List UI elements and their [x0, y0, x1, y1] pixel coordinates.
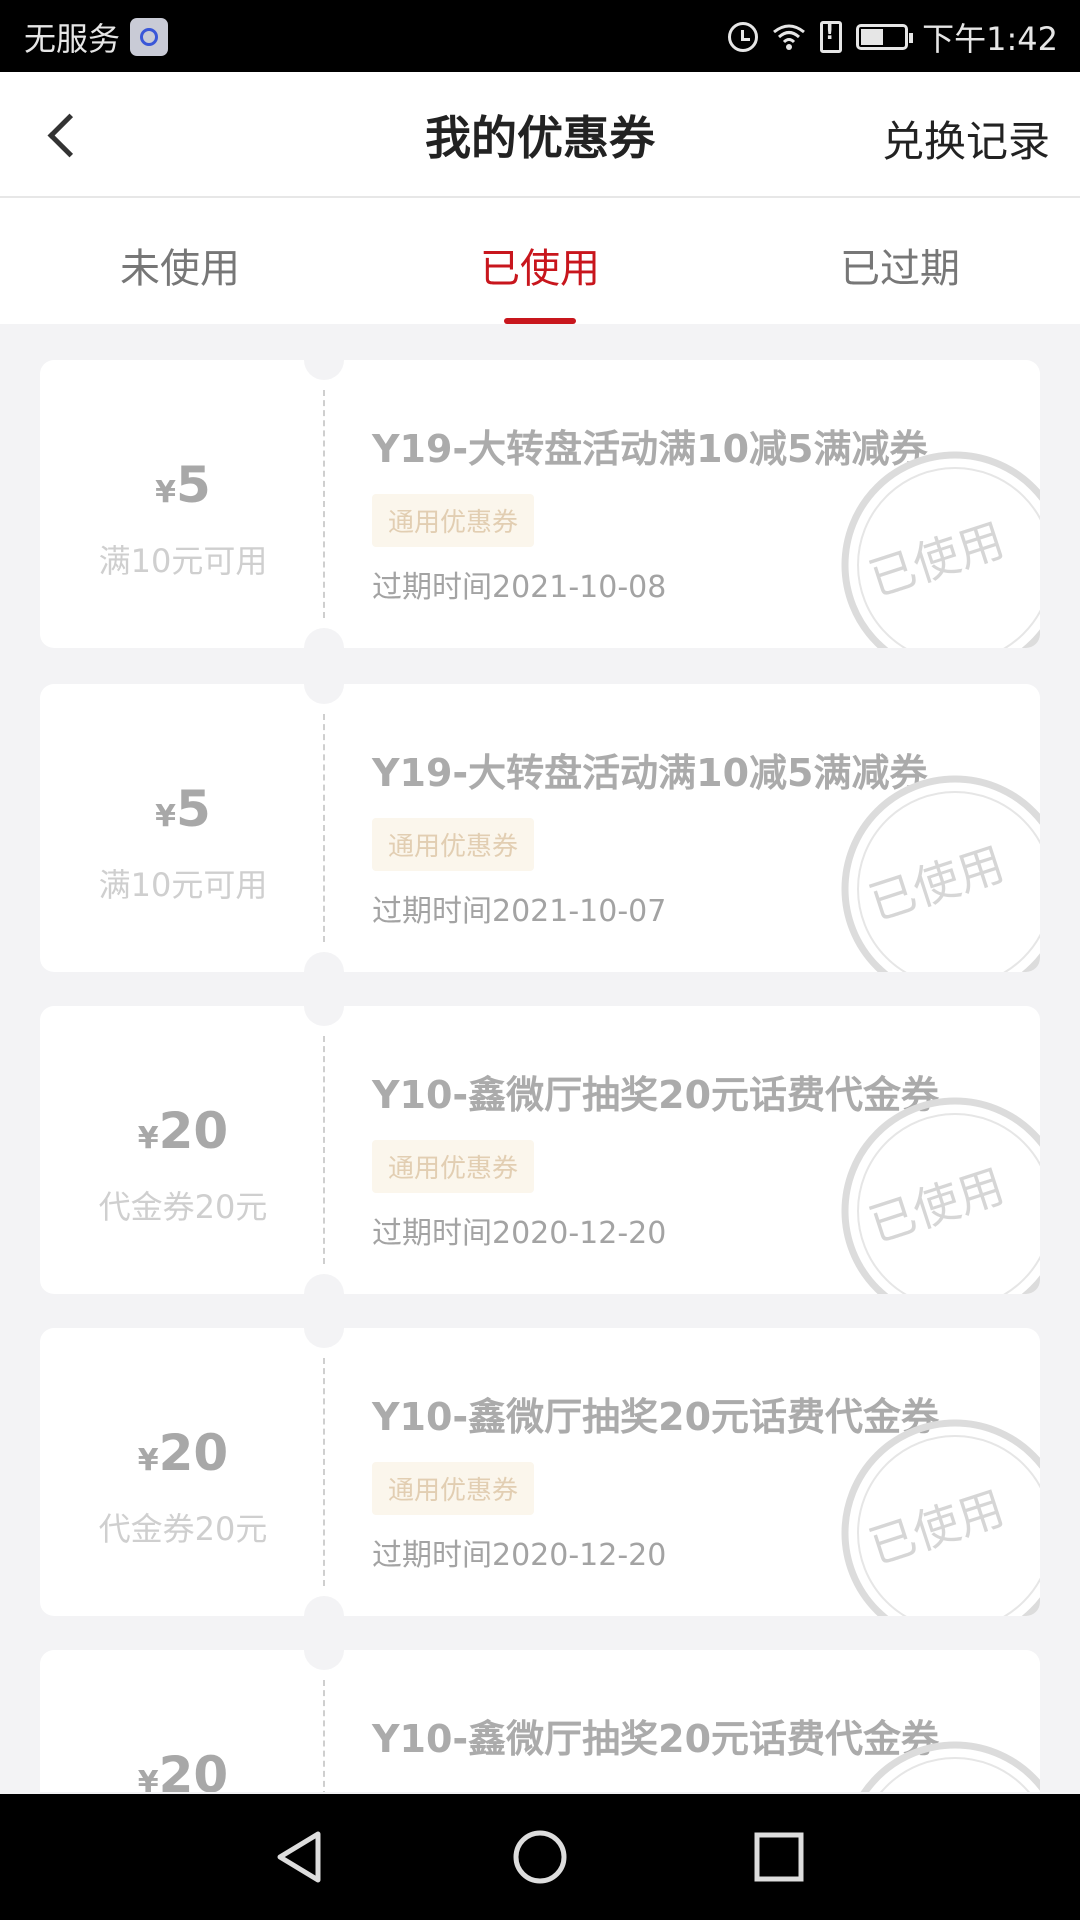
ticket-notch	[304, 1274, 344, 1294]
coupon-expiry: 过期时间2021-10-08	[372, 570, 667, 605]
carrier-label: 无服务	[24, 20, 121, 58]
used-stamp-icon: 已使用	[841, 775, 1040, 972]
coupon-type-tag: 通用优惠券	[372, 818, 535, 871]
coupon-condition: 代金券20元	[98, 1510, 268, 1548]
ticket-notch	[304, 1596, 344, 1616]
ticket-notch	[304, 952, 344, 972]
coupon-card[interactable]: ¥20 Y10-鑫微厅抽奖20元话费代金券	[40, 1650, 1040, 1792]
currency-symbol: ¥	[155, 475, 177, 510]
amount-value: 5	[176, 456, 211, 514]
sim-alert-icon	[820, 20, 843, 53]
coupon-card[interactable]: ¥20 代金券20元 Y10-鑫微厅抽奖20元话费代金券 通用优惠券 过期时间2…	[40, 1006, 1040, 1294]
ticket-notch	[304, 360, 344, 380]
coupon-condition: 满10元可用	[98, 542, 268, 580]
active-tab-indicator	[504, 318, 576, 324]
baidu-app-icon	[130, 18, 169, 56]
exchange-record-link[interactable]: 兑换记录	[882, 108, 1050, 169]
nav-recents-icon[interactable]	[746, 1824, 812, 1890]
alarm-icon	[728, 22, 759, 52]
used-stamp-icon: 已使用	[841, 1419, 1040, 1616]
nav-home-icon[interactable]	[507, 1824, 573, 1890]
amount-value: 20	[158, 1746, 229, 1792]
ticket-notch	[304, 684, 344, 704]
coupon-amount: ¥20	[40, 1102, 326, 1160]
coupon-card[interactable]: ¥20 代金券20元 Y10-鑫微厅抽奖20元话费代金券 通用优惠券 过期时间2…	[40, 1328, 1040, 1616]
amount-value: 20	[158, 1424, 229, 1482]
coupon-type-tag: 通用优惠券	[372, 1140, 535, 1193]
coupon-amount: ¥20	[40, 1746, 326, 1792]
coupon-amount: ¥20	[40, 1424, 326, 1482]
coupon-amount: ¥5	[40, 780, 326, 838]
coupon-type-tag: 通用优惠券	[372, 1462, 535, 1515]
system-nav-bar	[0, 1794, 1080, 1920]
used-stamp-icon	[860, 1741, 1040, 1792]
coupon-expiry: 过期时间2021-10-07	[372, 894, 667, 929]
app-header: 我的优惠券 兑换记录	[0, 72, 1080, 198]
currency-symbol: ¥	[155, 799, 177, 834]
amount-value: 20	[158, 1102, 229, 1160]
tab-used[interactable]: 已使用	[360, 236, 720, 294]
stamp-text: 已使用	[863, 1159, 1011, 1253]
coupon-tabs: 未使用 已使用 已过期	[0, 198, 1080, 324]
ticket-notch	[304, 1006, 344, 1026]
amount-value: 5	[176, 780, 211, 838]
used-stamp-icon: 已使用	[841, 1097, 1040, 1294]
coupon-condition: 代金券20元	[98, 1188, 268, 1226]
battery-icon	[856, 24, 914, 50]
ticket-notch	[304, 628, 344, 648]
currency-symbol: ¥	[137, 1121, 159, 1156]
stamp-text: 已使用	[863, 513, 1011, 607]
coupon-expiry: 过期时间2020-12-20	[372, 1216, 667, 1251]
nav-back-icon[interactable]	[268, 1824, 334, 1890]
coupon-amount: ¥5	[40, 456, 326, 514]
wifi-icon	[773, 24, 806, 50]
currency-symbol: ¥	[137, 1765, 159, 1792]
coupon-card[interactable]: ¥5 满10元可用 Y19-大转盘活动满10减5满减券 通用优惠券 过期时间20…	[40, 360, 1040, 648]
used-stamp-icon: 已使用	[841, 451, 1040, 648]
currency-symbol: ¥	[137, 1443, 159, 1478]
stamp-text: 已使用	[863, 1481, 1011, 1575]
coupon-card[interactable]: ¥5 满10元可用 Y19-大转盘活动满10减5满减券 通用优惠券 过期时间20…	[40, 684, 1040, 972]
clock: 下午1:42	[922, 20, 1058, 58]
ticket-notch	[304, 1328, 344, 1348]
tab-unused[interactable]: 未使用	[0, 236, 360, 294]
status-bar: 无服务 下午1:42	[0, 0, 1080, 72]
stamp-text: 已使用	[863, 837, 1011, 931]
coupon-list[interactable]: ¥5 满10元可用 Y19-大转盘活动满10减5满减券 通用优惠券 过期时间20…	[40, 360, 1040, 1792]
coupon-condition: 满10元可用	[98, 866, 268, 904]
coupon-expiry: 过期时间2020-12-20	[372, 1538, 667, 1573]
ticket-notch	[304, 1650, 344, 1670]
coupon-type-tag: 通用优惠券	[372, 494, 535, 547]
tab-expired[interactable]: 已过期	[720, 236, 1080, 294]
